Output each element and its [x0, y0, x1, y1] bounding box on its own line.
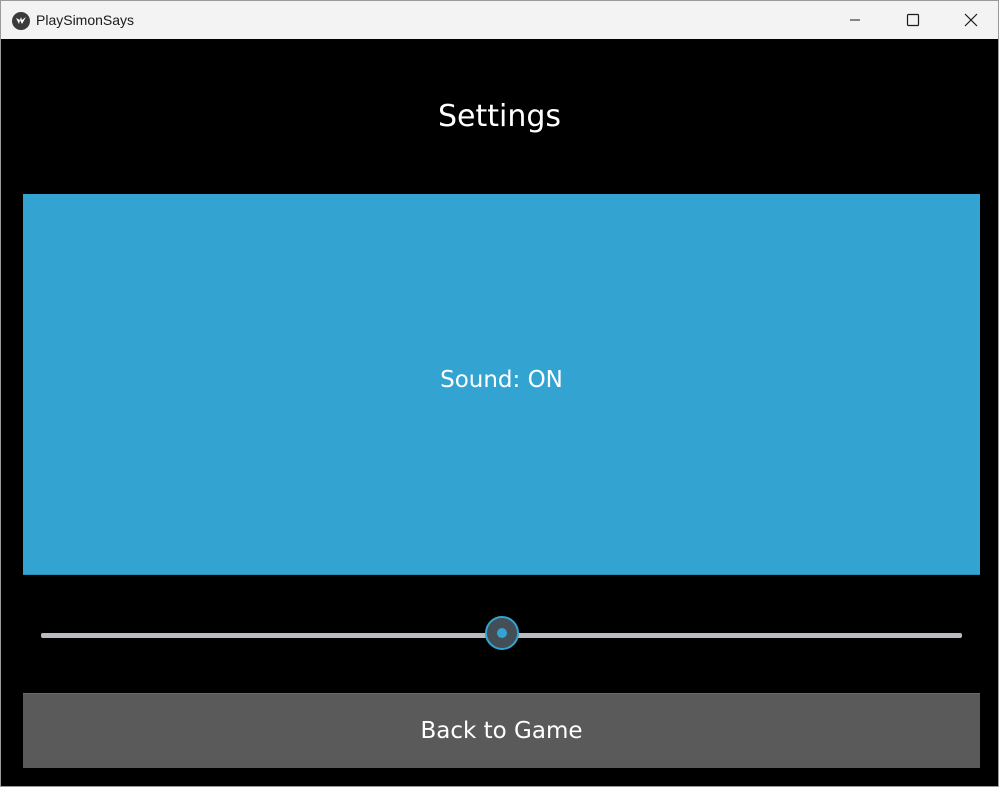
back-to-game-button[interactable]: Back to Game	[23, 693, 980, 768]
sound-toggle-label: Sound: ON	[440, 367, 563, 393]
app-window: PlaySimonSays Settings Sound: ON Back to…	[0, 0, 999, 787]
volume-slider-thumb[interactable]	[485, 616, 519, 650]
minimize-icon	[850, 19, 860, 21]
close-icon	[964, 13, 978, 27]
minimize-button[interactable]	[826, 1, 884, 39]
maximize-icon	[906, 13, 920, 27]
settings-screen: Settings Sound: ON Back to Game	[1, 39, 998, 786]
maximize-button[interactable]	[884, 1, 942, 39]
slider-thumb-dot	[497, 628, 507, 638]
window-title: PlaySimonSays	[36, 12, 135, 28]
title-bar[interactable]: PlaySimonSays	[1, 1, 998, 39]
page-title: Settings	[437, 99, 562, 134]
close-button[interactable]	[942, 1, 998, 39]
kivy-logo-icon	[12, 12, 30, 30]
back-to-game-label: Back to Game	[420, 718, 583, 744]
sound-toggle-button[interactable]: Sound: ON	[23, 194, 980, 575]
